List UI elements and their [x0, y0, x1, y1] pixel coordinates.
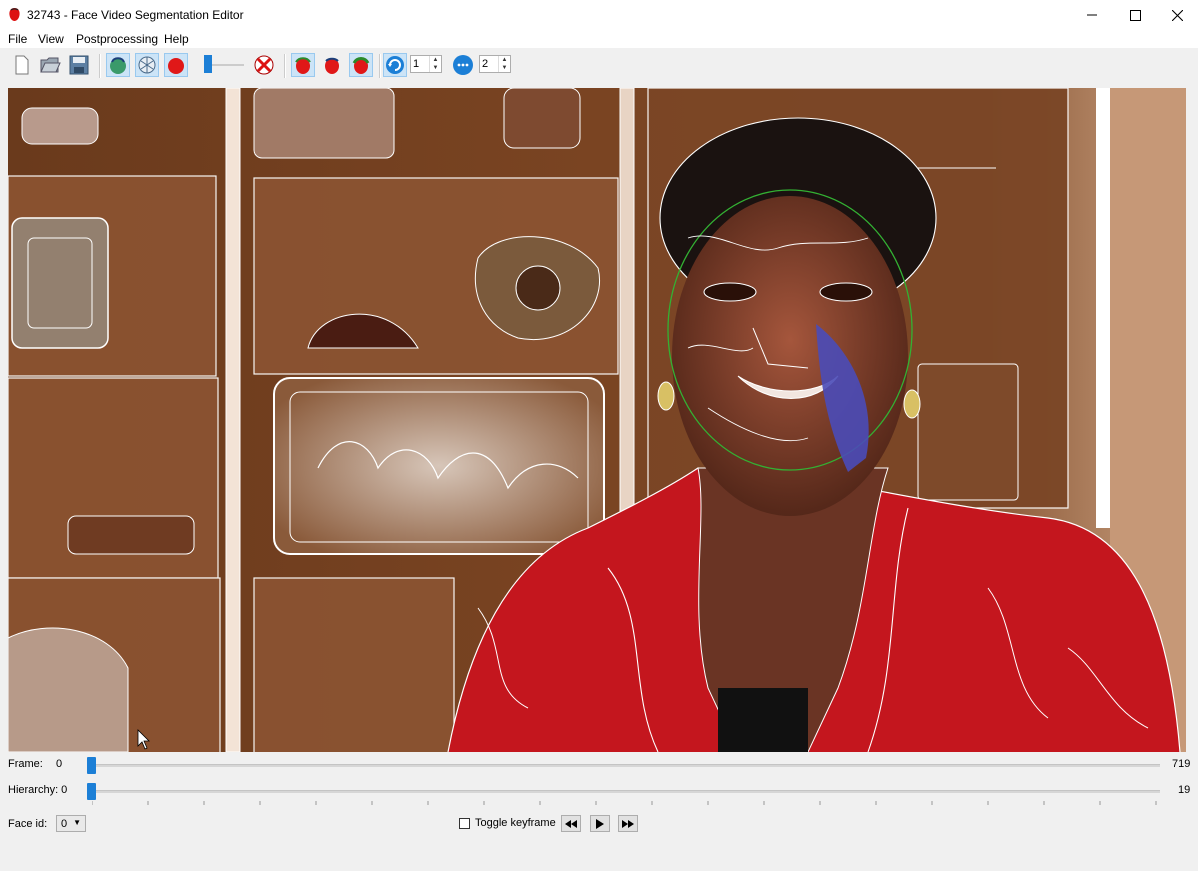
contours-toggle[interactable] [106, 53, 130, 77]
face-id-value: 0 [61, 818, 68, 830]
frame-label: Frame: [8, 758, 43, 770]
hierarchy-slider-handle[interactable] [87, 783, 96, 800]
segmentation-icon [138, 56, 156, 74]
face-fill-toggle[interactable] [164, 53, 188, 77]
previous-keyframe-button[interactable] [561, 815, 581, 832]
menu-bar: File View Postprocessing Help [0, 30, 1198, 48]
brush-size-button[interactable] [451, 53, 475, 77]
minimize-icon [1087, 14, 1097, 16]
app-face-icon [9, 8, 20, 21]
spin-1-value: 1 [413, 58, 420, 70]
menu-view[interactable]: View [38, 32, 64, 46]
hierarchy-slider-track[interactable] [92, 790, 1160, 793]
maximize-button[interactable] [1113, 0, 1157, 30]
spin-input-2[interactable]: 2 ▲ ▼ [479, 55, 511, 73]
face-mode-c-toggle[interactable] [349, 53, 373, 77]
window-title: 32743 - Face Video Segmentation Editor [27, 8, 244, 22]
maximize-icon [1129, 9, 1141, 21]
next-keyframe-button[interactable] [618, 815, 638, 832]
video-frame[interactable] [8, 88, 1186, 752]
face-id-label: Face id: [8, 818, 48, 830]
face-mode-b-toggle[interactable] [320, 53, 344, 77]
close-button[interactable] [1155, 0, 1198, 30]
close-icon [1171, 9, 1183, 21]
hierarchy-ticks [92, 801, 1157, 805]
refresh-toggle[interactable] [383, 53, 407, 77]
frame-max-label: 719 [1172, 758, 1191, 770]
rewind-icon [565, 819, 577, 828]
play-button[interactable] [590, 815, 610, 832]
face-mode-b-icon [325, 57, 339, 74]
brush-size-icon [453, 55, 473, 75]
open-folder-button[interactable] [38, 53, 62, 77]
frame-slider-track[interactable] [92, 764, 1160, 767]
opacity-slider-handle[interactable] [204, 55, 212, 73]
new-file-icon [15, 55, 29, 75]
spin-1-arrows[interactable]: ▲ ▼ [429, 56, 441, 72]
frame-value: 0 [56, 758, 63, 770]
face-mode-a-icon [295, 57, 311, 74]
face-fill-icon [168, 58, 184, 74]
clear-button[interactable] [252, 53, 276, 77]
new-file-button[interactable] [10, 53, 34, 77]
spin-2-value: 2 [482, 58, 489, 70]
save-button[interactable] [67, 53, 91, 77]
menu-help[interactable]: Help [164, 32, 189, 46]
spin-input-1[interactable]: 1 ▲ ▼ [410, 55, 442, 73]
title-bar: 32743 - Face Video Segmentation Editor [0, 0, 1198, 30]
face-mode-a-toggle[interactable] [291, 53, 315, 77]
hierarchy-label: Hierarchy: 0 [8, 784, 68, 796]
clear-icon [254, 55, 274, 75]
contours-icon [110, 57, 126, 74]
play-icon [596, 818, 604, 829]
segmentation-toggle[interactable] [135, 53, 159, 77]
toggle-keyframe-label: Toggle keyframe [475, 817, 556, 829]
spin-2-arrows[interactable]: ▲ ▼ [498, 56, 510, 72]
hierarchy-max-label: 19 [1178, 784, 1191, 796]
save-icon [69, 55, 89, 75]
refresh-icon [386, 56, 404, 74]
opacity-slider[interactable] [196, 53, 246, 77]
menu-postprocessing[interactable]: Postprocessing [76, 32, 158, 46]
toggle-keyframe-checkbox[interactable] [459, 818, 470, 829]
face-mode-c-icon [352, 57, 370, 74]
fast-forward-icon [622, 819, 634, 828]
segmentation-canvas[interactable] [8, 88, 1186, 752]
menu-file[interactable]: File [8, 32, 27, 46]
face-id-select[interactable]: 0 ▼ [56, 815, 86, 832]
open-folder-icon [40, 57, 61, 73]
minimize-button[interactable] [1070, 0, 1114, 30]
chevron-down-icon: ▼ [73, 818, 81, 827]
frame-slider-handle[interactable] [87, 757, 96, 774]
toolbar: 1 ▲ ▼ 2 ▲ ▼ [0, 48, 1198, 84]
